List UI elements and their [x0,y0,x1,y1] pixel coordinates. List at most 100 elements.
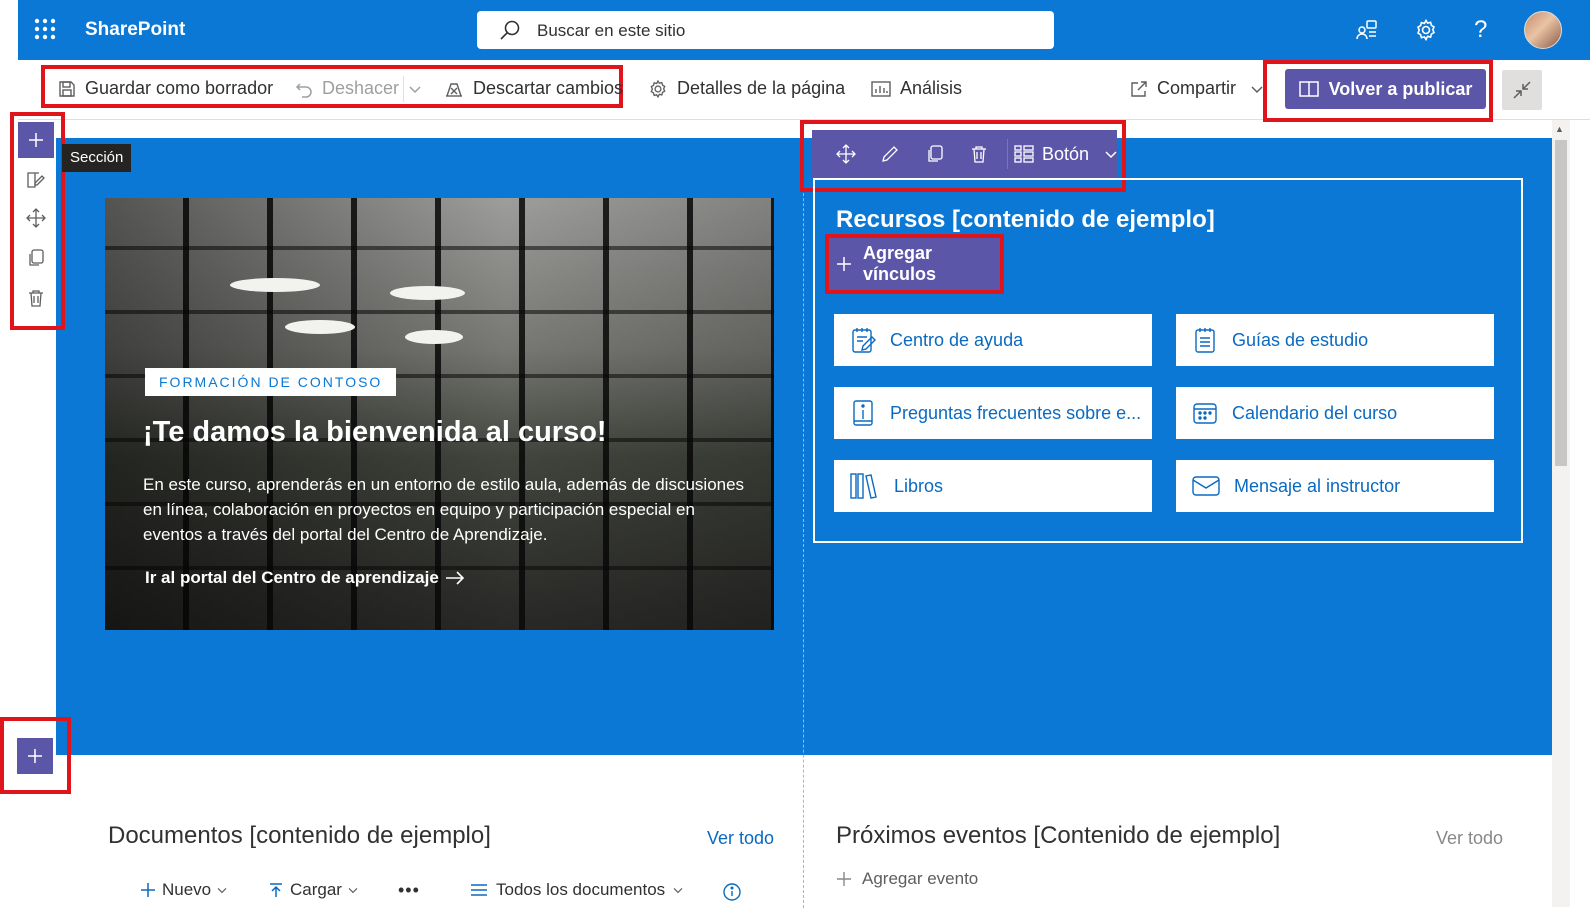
edit-webpart-button[interactable] [868,130,912,178]
link-tile[interactable]: Mensaje al instructor [1176,460,1494,512]
people-icon[interactable] [1355,18,1379,42]
user-avatar[interactable] [1524,11,1562,49]
view-selector[interactable]: Todos los documentos [470,880,683,900]
upload-icon [268,882,284,898]
plus-icon [26,747,44,765]
link-label: Preguntas frecuentes sobre e... [890,402,1142,423]
move-icon [26,208,46,228]
chevron-down-icon [1251,84,1263,94]
analytics-button[interactable]: Análisis [871,78,962,99]
save-draft-button[interactable]: Guardar como borrador [58,78,273,99]
gear-icon [648,79,668,99]
link-label: Mensaje al instructor [1234,475,1401,496]
copy-icon [26,248,46,268]
chevron-down-icon [217,886,227,894]
move-icon [836,144,857,164]
pencil-icon [880,144,900,164]
more-options-icon[interactable]: ••• [398,880,420,901]
move-webpart-button[interactable] [824,130,868,178]
search-input[interactable]: Buscar en este sitio [537,21,685,41]
hero-link[interactable]: Ir al portal del Centro de aprendizaje [145,568,465,588]
move-section-button[interactable] [18,200,54,236]
page-details-label: Detalles de la página [677,78,846,98]
link-tile[interactable]: Guías de estudio [1176,314,1494,366]
add-links-button[interactable]: Agregar vínculos [829,238,1000,290]
ceiling-lamp [405,330,463,344]
link-label: Libros [894,475,944,496]
add-section-button[interactable] [17,738,53,774]
chevron-down-icon [673,886,683,894]
add-event-button[interactable]: Agregar evento [836,869,978,889]
ceiling-lamp [230,278,320,292]
app-launcher-icon[interactable] [34,18,56,40]
share-label: Compartir [1157,78,1237,98]
discard-label: Descartar cambios [473,78,624,98]
share-button[interactable]: Compartir [1130,78,1263,99]
delete-webpart-button[interactable] [957,130,1001,178]
duplicate-section-button[interactable] [18,240,54,276]
hero-webpart[interactable]: FORMACIÓN DE CONTOSO ¡Te damos la bienve… [105,198,774,630]
notebook-edit-icon [850,326,876,354]
link-tile[interactable]: Libros [834,460,1152,512]
undo-button[interactable]: Deshacer [295,78,399,99]
plus-icon [835,255,853,273]
book-open-icon [1298,80,1319,98]
link-tile[interactable]: Centro de ayuda [834,314,1152,366]
trash-icon [26,288,46,308]
edit-section-button[interactable] [18,162,54,198]
analytics-label: Análisis [900,78,963,98]
chevron-down-icon [348,886,358,894]
search-box[interactable]: Buscar en este sitio [477,11,1054,49]
hero-title: ¡Te damos la bienvenida al curso! [143,416,607,448]
republish-button[interactable]: Volver a publicar [1285,69,1486,109]
add-links-label: Agregar vínculos [863,243,937,284]
settings-gear-icon[interactable] [1414,18,1438,42]
layout-dropdown[interactable]: Botón [1014,144,1117,165]
toolbar-divider [1007,139,1008,169]
link-tile[interactable]: Calendario del curso [1176,387,1494,439]
hero-description: En este curso, aprenderás en un entorno … [143,475,745,544]
collapse-icon[interactable] [1502,70,1542,110]
duplicate-webpart-button[interactable] [913,130,957,178]
help-icon[interactable]: ? [1474,16,1487,44]
delete-section-button[interactable] [18,280,54,316]
calendar-icon [1192,400,1218,426]
page-details-button[interactable]: Detalles de la página [648,78,845,99]
info-document-icon [850,399,876,427]
suite-bar: SharePoint Buscar en este sitio ? [18,0,1590,60]
hero-link-label: Ir al portal del Centro de aprendizaje [145,568,439,587]
list-view-icon [470,883,488,897]
mail-icon [1192,475,1220,497]
discard-changes-button[interactable]: Descartar cambios [444,78,623,99]
save-icon [58,80,76,98]
link-tile[interactable]: Preguntas frecuentes sobre e... [834,387,1152,439]
hero-tag: FORMACIÓN DE CONTOSO [145,368,397,396]
new-label: Nuevo [162,880,212,899]
undo-divider [403,76,404,102]
upload-label: Cargar [290,880,342,899]
save-draft-label: Guardar como borrador [85,78,274,98]
search-icon [499,19,521,41]
app-name[interactable]: SharePoint [85,19,185,41]
plus-icon [836,871,852,887]
column-divider [803,138,804,908]
info-icon[interactable] [722,882,742,902]
upload-button[interactable]: Cargar [268,880,358,900]
trash-icon [969,144,989,164]
library-icon [850,472,880,500]
documents-title: Documentos [contenido de ejemplo] [108,822,491,849]
link-label: Guías de estudio [1232,329,1369,350]
documents-see-all-link[interactable]: Ver todo [707,828,774,849]
layout-dropdown-label: Botón [1041,143,1090,164]
scrollbar-thumb[interactable] [1555,140,1567,466]
new-document-button[interactable]: Nuevo [140,880,227,900]
events-see-all-link[interactable]: Ver todo [1436,828,1503,849]
undo-label: Deshacer [322,78,400,98]
scroll-up-arrow-icon[interactable]: ▲ [1555,124,1564,134]
add-event-label: Agregar evento [862,869,979,888]
republish-label: Volver a publicar [1328,78,1473,99]
add-section-button[interactable] [18,122,54,158]
events-title: Próximos eventos [Contenido de ejemplo] [836,822,1281,849]
undo-dropdown-chevron-icon[interactable] [409,84,421,94]
share-icon [1130,80,1148,98]
